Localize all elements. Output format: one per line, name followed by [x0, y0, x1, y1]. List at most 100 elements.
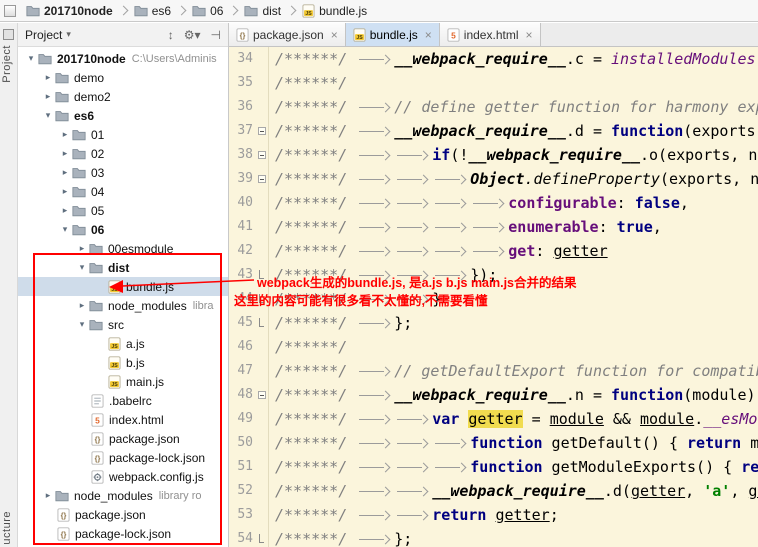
code-line-41[interactable]: /******/ enumerable: true,	[275, 215, 758, 239]
tree-item-node_modules[interactable]: ▸ node_modules library ro	[18, 486, 228, 505]
breadcrumb-item-06[interactable]: 06	[187, 0, 228, 21]
line-number[interactable]: 48	[237, 387, 253, 402]
tool-window-grid-icon[interactable]	[3, 29, 14, 40]
fold-marker-icon[interactable]	[259, 270, 264, 279]
line-number[interactable]: 46	[237, 339, 253, 354]
tree-item-00esmodule[interactable]: ▸ 00esmodule	[18, 239, 228, 258]
line-number[interactable]: 37	[237, 123, 253, 138]
chevron-collapsed-icon[interactable]: ▸	[58, 167, 72, 178]
line-number[interactable]: 47	[237, 363, 253, 378]
code-line-49[interactable]: /******/ var getter = module && module._…	[275, 407, 758, 431]
code-line-42[interactable]: /******/ get: getter	[275, 239, 758, 263]
chevron-collapsed-icon[interactable]: ▸	[75, 300, 89, 311]
code-line-44[interactable]: /******/ }	[275, 287, 758, 311]
line-number[interactable]: 39	[237, 171, 253, 186]
line-number[interactable]: 41	[237, 219, 253, 234]
chevron-collapsed-icon[interactable]: ▸	[58, 129, 72, 140]
tree-item-02[interactable]: ▸ 02	[18, 144, 228, 163]
code-line-36[interactable]: /******/ // define getter function for h…	[275, 95, 758, 119]
tree-item-06[interactable]: ▾ 06	[18, 220, 228, 239]
editor-tab-index.html[interactable]: 5 index.html ×	[439, 23, 541, 46]
chevron-expanded-icon[interactable]: ▾	[41, 110, 55, 121]
code-line-37[interactable]: /******/ __webpack_require__.d = functio…	[275, 119, 758, 143]
breadcrumb-item-es6[interactable]: es6	[129, 0, 176, 21]
fold-marker-icon[interactable]	[258, 175, 266, 183]
close-tab-icon[interactable]: ×	[526, 28, 533, 42]
breadcrumb-item-bundle.js[interactable]: JS bundle.js	[297, 0, 372, 21]
tree-item-dist[interactable]: ▾ dist	[18, 258, 228, 277]
line-number[interactable]: 49	[237, 411, 253, 426]
code-line-35[interactable]: /******/	[275, 71, 758, 95]
tree-item-demo[interactable]: ▸ demo	[18, 68, 228, 87]
code-line-53[interactable]: /******/ return getter;	[275, 503, 758, 527]
fold-marker-icon[interactable]	[259, 318, 264, 327]
code-line-39[interactable]: /******/ Object.defineProperty(exports, …	[275, 167, 758, 191]
chevron-collapsed-icon[interactable]: ▸	[58, 186, 72, 197]
tree-item-package.json[interactable]: {} package.json	[18, 505, 228, 524]
line-number[interactable]: 44	[237, 291, 253, 306]
code-line-54[interactable]: /******/ };	[275, 527, 758, 547]
code-line-48[interactable]: /******/ __webpack_require__.n = functio…	[275, 383, 758, 407]
close-tab-icon[interactable]: ×	[331, 28, 338, 42]
tree-item-main.js[interactable]: JS main.js	[18, 372, 228, 391]
chevron-collapsed-icon[interactable]: ▸	[75, 243, 89, 254]
tool-window-button-project[interactable]: Project	[1, 45, 13, 83]
line-number[interactable]: 34	[237, 51, 253, 66]
chevron-expanded-icon[interactable]: ▾	[24, 53, 38, 64]
tree-item-package-lock.json[interactable]: {} package-lock.json	[18, 448, 228, 467]
tree-item-04[interactable]: ▸ 04	[18, 182, 228, 201]
tree-item-node_modules[interactable]: ▸ node_modules libra	[18, 296, 228, 315]
tree-item-es6[interactable]: ▾ es6	[18, 106, 228, 125]
code-line-38[interactable]: /******/ if(!__webpack_require__.o(expor…	[275, 143, 758, 167]
line-number[interactable]: 42	[237, 243, 253, 258]
collapse-all-icon[interactable]: ↕	[168, 28, 174, 42]
hide-panel-icon[interactable]: ⊣	[211, 28, 221, 42]
code-line-46[interactable]: /******/	[275, 335, 758, 359]
tree-item-01[interactable]: ▸ 01	[18, 125, 228, 144]
code-area[interactable]: /******/ __webpack_require__.c = install…	[269, 47, 758, 547]
editor-tab-package.json[interactable]: {} package.json ×	[229, 23, 346, 46]
line-number[interactable]: 53	[237, 507, 253, 522]
fold-marker-icon[interactable]	[259, 294, 264, 303]
tree-item-b.js[interactable]: JS b.js	[18, 353, 228, 372]
line-number[interactable]: 50	[237, 435, 253, 450]
line-number[interactable]: 51	[237, 459, 253, 474]
line-number[interactable]: 40	[237, 195, 253, 210]
code-line-40[interactable]: /******/ configurable: false,	[275, 191, 758, 215]
code-line-47[interactable]: /******/ // getDefaultExport function fo…	[275, 359, 758, 383]
tree-item-.babelrc[interactable]: .babelrc	[18, 391, 228, 410]
editor-tab-bundle.js[interactable]: JS bundle.js ×	[345, 23, 440, 46]
chevron-collapsed-icon[interactable]: ▸	[41, 91, 55, 102]
code-line-45[interactable]: /******/ };	[275, 311, 758, 335]
tool-window-button-structure[interactable]: ucture	[1, 511, 13, 545]
line-number[interactable]: 36	[237, 99, 253, 114]
fold-marker-icon[interactable]	[259, 534, 264, 543]
fold-marker-icon[interactable]	[258, 127, 266, 135]
breadcrumb-item-201710node[interactable]: 201710node	[21, 0, 118, 21]
tree-item-index.html[interactable]: 5 index.html	[18, 410, 228, 429]
chevron-expanded-icon[interactable]: ▾	[75, 319, 89, 330]
tree-item-a.js[interactable]: JS a.js	[18, 334, 228, 353]
code-line-43[interactable]: /******/ });	[275, 263, 758, 287]
line-number[interactable]: 43	[237, 267, 253, 282]
chevron-collapsed-icon[interactable]: ▸	[41, 490, 55, 501]
chevron-collapsed-icon[interactable]: ▸	[41, 72, 55, 83]
code-line-52[interactable]: /******/ __webpack_require__.d(getter, '…	[275, 479, 758, 503]
breadcrumb-item-dist[interactable]: dist	[239, 0, 286, 21]
tree-item-webpack.config.js[interactable]: webpack.config.js	[18, 467, 228, 486]
tree-item-201710node[interactable]: ▾ 201710node C:\Users\Adminis	[18, 49, 228, 68]
chevron-collapsed-icon[interactable]: ▸	[58, 205, 72, 216]
chevron-expanded-icon[interactable]: ▾	[75, 262, 89, 273]
code-line-50[interactable]: /******/ function getDefault() { return …	[275, 431, 758, 455]
tree-item-03[interactable]: ▸ 03	[18, 163, 228, 182]
line-number[interactable]: 52	[237, 483, 253, 498]
tree-item-bundle.js[interactable]: JS bundle.js	[18, 277, 228, 296]
tree-item-src[interactable]: ▾ src	[18, 315, 228, 334]
tree-item-05[interactable]: ▸ 05	[18, 201, 228, 220]
fold-marker-icon[interactable]	[258, 391, 266, 399]
project-view-selector[interactable]: Project ▾	[25, 28, 71, 42]
code-line-34[interactable]: /******/ __webpack_require__.c = install…	[275, 47, 758, 71]
settings-gear-icon[interactable]: ⚙▾	[184, 28, 201, 42]
chevron-collapsed-icon[interactable]: ▸	[58, 148, 72, 159]
line-number[interactable]: 45	[237, 315, 253, 330]
